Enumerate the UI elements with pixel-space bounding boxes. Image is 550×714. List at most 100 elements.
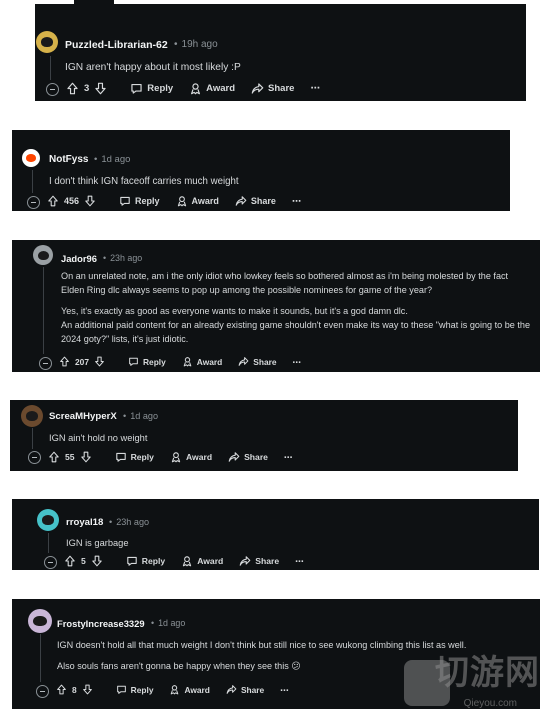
comment-card: Puzzled-Librarian-62 • 19h ago IGN aren't h… [35,4,526,101]
comment-timestamp[interactable]: 23h ago [116,517,149,527]
reply-button[interactable]: Reply [130,82,173,95]
comment-timestamp[interactable]: 1d ago [158,618,185,628]
award-button[interactable]: Award [176,195,219,207]
comment-timestamp[interactable]: 19h ago [182,39,218,50]
share-label: Share [268,83,295,94]
user-avatar[interactable] [22,149,40,167]
thread-line [43,267,44,354]
downvote-icon [92,555,102,567]
upvote-button[interactable] [59,356,75,367]
separator-dot: • [94,154,98,165]
comment-timestamp[interactable]: 1d ago [130,411,158,421]
collapse-thread-button[interactable] [46,83,59,96]
comment-author[interactable]: rroyal18 [66,517,103,528]
award-button[interactable]: Award [181,555,223,567]
thread-line [40,634,41,682]
reply-button[interactable]: Reply [119,195,160,207]
share-button[interactable]: Share [228,451,268,463]
reply-button[interactable]: Reply [116,684,153,695]
reply-label: Reply [142,356,166,367]
downvote-button[interactable] [82,684,98,695]
comment-body: IGN is garbage [66,536,486,550]
award-icon [183,556,192,567]
collapse-thread-button[interactable] [27,196,40,209]
more-options-button[interactable]: ⋯ [292,196,301,207]
comment-author[interactable]: ScreaMHyperX [49,411,117,422]
award-button[interactable]: Award [170,451,212,463]
upvote-button[interactable] [66,82,84,95]
share-label: Share [253,356,277,367]
user-avatar[interactable] [36,31,58,53]
vote-count: 55 [65,452,75,462]
award-label: Award [184,684,210,695]
share-button[interactable]: Share [239,555,279,567]
share-button[interactable]: Share [226,684,264,695]
upvote-icon [60,356,69,367]
reply-label: Reply [135,196,160,206]
comment-timestamp[interactable]: 23h ago [110,253,142,263]
upvote-button[interactable] [64,555,81,567]
comment-timestamp[interactable]: 1d ago [101,154,130,165]
downvote-button[interactable] [91,555,108,567]
share-button[interactable]: Share [238,356,277,367]
user-avatar[interactable] [28,609,52,633]
comment-card: ScreaMHyperX • 1d ago IGN ain't hold no wei… [10,400,518,471]
vote-group: 456 [47,195,101,207]
reply-button[interactable]: Reply [115,451,154,463]
share-button[interactable]: Share [251,82,294,95]
more-options-button[interactable]: ⋯ [310,83,320,94]
comment-author[interactable]: NotFyss [49,154,88,165]
comment-author[interactable]: Puzzled-Librarian-62 [65,39,168,51]
reply-icon [131,84,142,94]
more-options-button[interactable]: ⋯ [284,452,293,463]
vote-group: 3 [66,82,112,95]
award-icon [171,452,181,463]
upvote-button[interactable] [48,451,65,463]
user-avatar[interactable] [33,245,53,265]
comment-paragraph: IGN is garbage [66,538,129,548]
vote-group: 8 [56,684,98,695]
upvote-icon [49,451,59,463]
collapse-thread-button[interactable] [28,451,41,464]
comment-meta: • 19h ago [168,39,218,50]
comment-card: NotFyss • 1d ago I don't think IGN faceoff … [12,130,510,211]
separator-dot: • [103,253,107,263]
share-icon [228,452,240,462]
separator-dot: • [151,618,155,628]
collapse-thread-button[interactable] [36,685,49,698]
reply-button[interactable]: Reply [128,356,166,367]
thread-line [50,56,51,80]
snoo-avatar-icon [26,153,36,163]
share-icon [239,556,251,566]
award-button[interactable]: Award [169,684,210,695]
more-options-button[interactable]: ⋯ [295,556,304,567]
downvote-button[interactable] [94,82,112,95]
comment-meta: • 1d ago [117,411,158,421]
downvote-button[interactable] [94,356,110,367]
upvote-button[interactable] [56,684,72,695]
snoo-avatar-icon [37,250,49,260]
reply-button[interactable]: Reply [126,555,165,567]
upvote-button[interactable] [47,195,64,207]
more-options-button[interactable]: ⋯ [280,685,288,695]
comment-author[interactable]: Jador96 [61,253,97,264]
more-options-button[interactable]: ⋯ [293,357,301,367]
vote-group: 207 [59,356,110,367]
collapse-thread-button[interactable] [44,556,57,569]
user-avatar[interactable] [37,509,59,531]
comment-body: IGN aren't happy about it most likely :P [65,60,485,76]
award-button[interactable]: Award [189,82,235,95]
share-button[interactable]: Share [235,195,276,207]
award-button[interactable]: Award [182,356,222,367]
reply-label: Reply [130,452,154,462]
collapse-thread-button[interactable] [39,357,52,370]
comment-author[interactable]: FrostyIncrease3329 [57,618,145,629]
award-label: Award [197,556,224,566]
user-avatar[interactable] [21,405,43,427]
downvote-button[interactable] [84,195,101,207]
award-label: Award [185,452,213,462]
watermark-text: 切游网 [435,654,540,692]
downvote-icon [85,195,95,207]
downvote-button[interactable] [80,451,97,463]
share-label: Share [244,452,268,462]
